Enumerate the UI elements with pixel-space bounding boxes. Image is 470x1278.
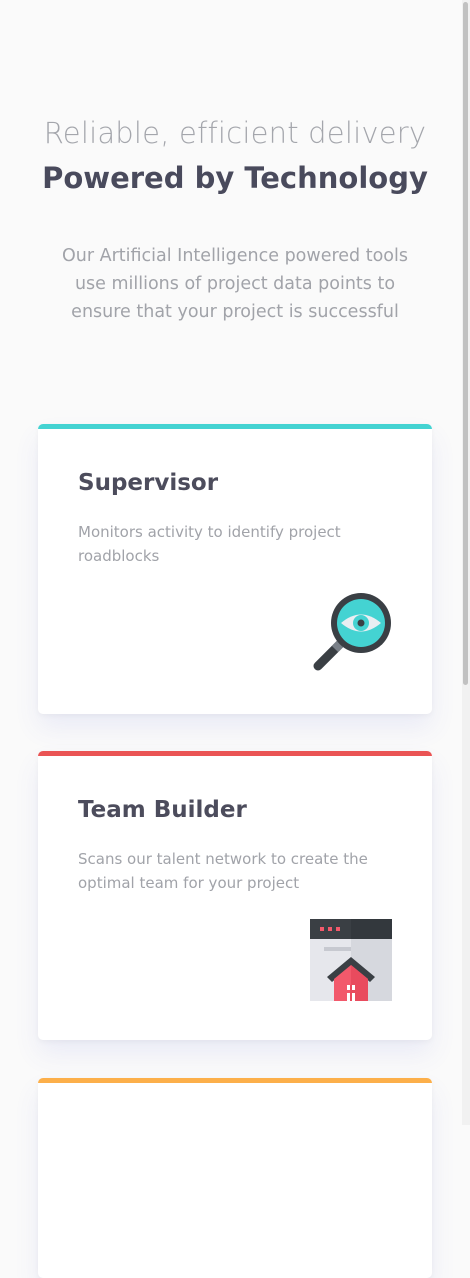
magnifier-eye-icon <box>310 592 392 674</box>
card-description: Scans our talent network to create the o… <box>78 850 368 892</box>
card-description: Monitors activity to identify project ro… <box>78 523 341 565</box>
browser-house-icon <box>310 919 392 1001</box>
feature-card-team-builder: Team Builder Scans our talent network to… <box>38 751 432 1040</box>
card-title: Team Builder <box>78 797 247 823</box>
card-title: Supervisor <box>78 470 219 496</box>
feature-card-third <box>38 1078 432 1278</box>
hero-intro: Our Artificial Intelligence powered tool… <box>62 246 408 322</box>
card-accent-bar <box>38 424 432 429</box>
scrollbar-thumb[interactable] <box>463 2 468 685</box>
card-accent-bar <box>38 751 432 756</box>
hero-title: Powered by Technology <box>42 161 428 195</box>
feature-card-supervisor: Supervisor Monitors activity to identify… <box>38 424 432 714</box>
card-accent-bar <box>38 1078 432 1083</box>
hero-eyebrow: Reliable, efficient delivery <box>43 116 427 150</box>
